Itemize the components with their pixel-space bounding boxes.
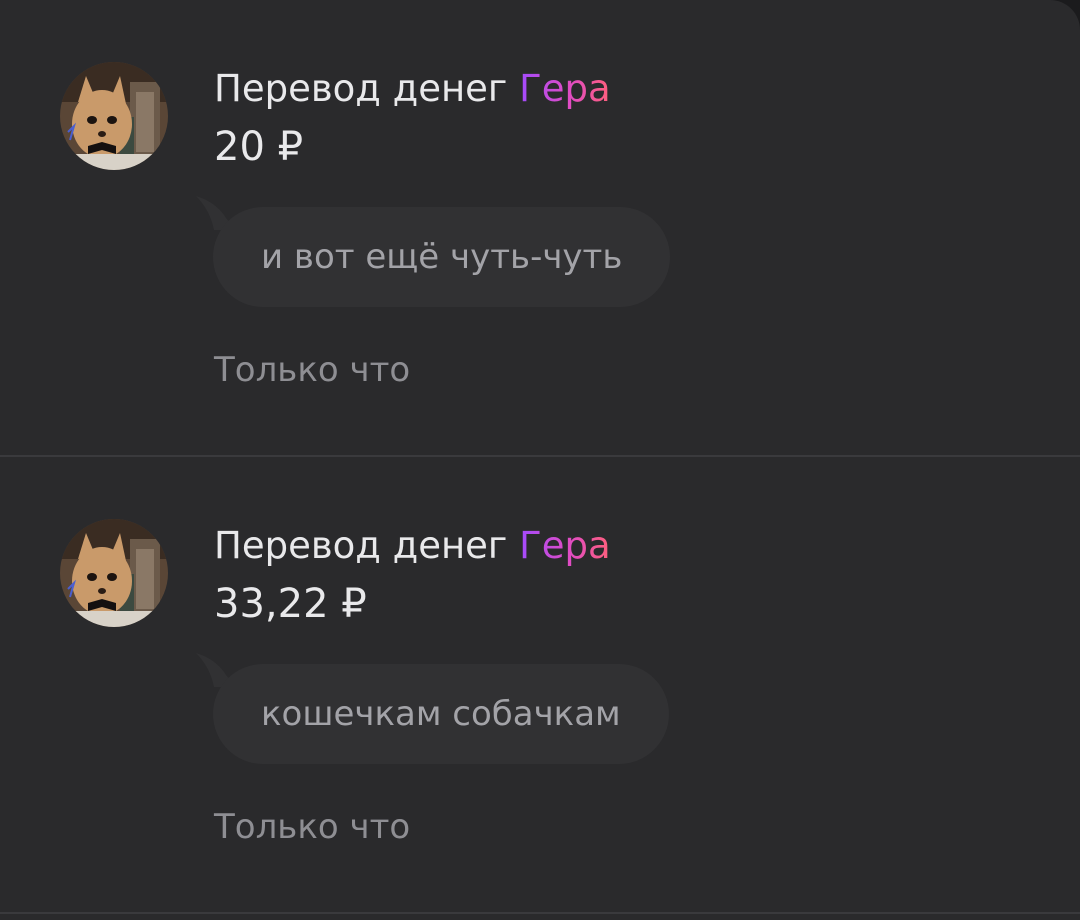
message-bubble: и вот ещё чуть-чуть — [213, 207, 671, 307]
donations-feed: Перевод денег Гера 20 ₽ и вот ещё чуть-ч… — [0, 0, 1080, 920]
message-text: кошечкам собачкам — [261, 694, 621, 734]
divider — [0, 912, 1080, 914]
brand-name[interactable]: Гера — [519, 524, 611, 567]
transfer-item[interactable]: Перевод денег Гера 33,22 ₽ кошечкам соба… — [0, 457, 1080, 912]
message-text: и вот ещё чуть-чуть — [261, 237, 623, 277]
timestamp: Только что — [214, 350, 411, 390]
transfer-title-text: Перевод денег — [214, 67, 508, 110]
message-bubble: кошечкам собачкам — [213, 664, 669, 764]
transfer-title-text: Перевод денег — [214, 524, 508, 567]
transfer-title: Перевод денег Гера — [214, 64, 611, 114]
transfer-amount: 33,22 ₽ — [214, 581, 367, 627]
timestamp: Только что — [214, 807, 411, 847]
transfer-title: Перевод денег Гера — [214, 521, 611, 571]
transfer-amount: 20 ₽ — [214, 124, 304, 170]
brand-name[interactable]: Гера — [519, 67, 611, 110]
avatar[interactable] — [60, 62, 168, 170]
transfer-item[interactable]: Перевод денег Гера 20 ₽ и вот ещё чуть-ч… — [0, 0, 1080, 455]
cat-photo-icon — [60, 519, 168, 627]
avatar[interactable] — [60, 519, 168, 627]
cat-photo-icon — [60, 62, 168, 170]
